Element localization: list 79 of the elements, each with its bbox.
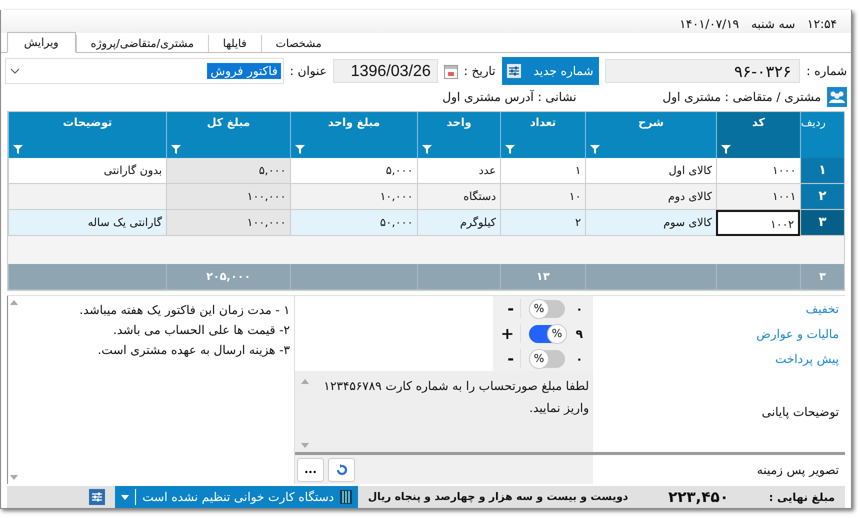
- customer-text: مشتری / متقاضی : مشتری اول: [662, 90, 821, 104]
- final-amount: ۲۲۳,۴۵۰: [668, 488, 729, 506]
- browse-button[interactable]: ...: [297, 458, 324, 482]
- row-number[interactable]: ۲: [800, 184, 844, 210]
- new-number-button[interactable]: شماره جدید: [502, 57, 600, 85]
- clock-day: سه شنبه: [751, 17, 796, 31]
- bars-icon: [340, 489, 352, 505]
- column-header[interactable]: توضیحات: [8, 112, 166, 158]
- adjustment-value[interactable]: ۹: [573, 326, 583, 341]
- quantity-sum: ۱۳: [500, 264, 585, 290]
- clock-date: ۱۴۰۱/۰۷/۱۹: [679, 17, 740, 31]
- date-field[interactable]: 1396/03/26: [332, 59, 438, 83]
- row-number[interactable]: ۱: [800, 158, 844, 184]
- tab[interactable]: مشخصات: [260, 35, 336, 52]
- reset-button[interactable]: [328, 458, 355, 482]
- number-label: شماره :: [806, 64, 847, 78]
- percent-toggle[interactable]: %: [529, 350, 565, 368]
- terms-field[interactable]: ۱ - مدت زمان این فاکتور یک هفته میباشد. ۲- قیمت ها علی الحساب می باشد. ۳- هزینه ارسال به عهده مشتری است.: [7, 296, 294, 484]
- column-header[interactable]: تعداد: [500, 112, 585, 158]
- table-cell: کالای سوم: [585, 210, 716, 236]
- final-amount-label: مبلغ نهایی :: [768, 490, 835, 504]
- table-cell: ۱۰,۰۰۰: [290, 184, 417, 210]
- table-cell: کیلوگرم: [417, 210, 500, 236]
- number-field[interactable]: ۹۶-۰۳۲۶: [605, 59, 800, 83]
- filter-icon[interactable]: [590, 145, 600, 154]
- clock-time: ۱۲:۵۴: [807, 17, 837, 31]
- sliders-icon: [506, 63, 522, 79]
- filter-icon[interactable]: [422, 145, 432, 154]
- percent-toggle[interactable]: %: [529, 300, 565, 318]
- column-header[interactable]: مبلغ واحد: [290, 112, 417, 158]
- total-sum: ۲۰۵,۰۰۰: [166, 264, 290, 290]
- row-number[interactable]: ۳: [800, 210, 844, 236]
- tab[interactable]: فایلها: [208, 35, 261, 52]
- percent-toggle[interactable]: %: [529, 324, 565, 343]
- column-header[interactable]: واحد: [417, 112, 500, 158]
- filter-icon[interactable]: [13, 145, 23, 154]
- settings-icon[interactable]: [89, 489, 106, 505]
- filter-icon[interactable]: [505, 145, 515, 154]
- row-count: ۳: [800, 264, 844, 290]
- scroll-up-icon[interactable]: [10, 300, 18, 305]
- adjustment-value[interactable]: ۰: [573, 352, 583, 366]
- amount-in-words: دویست و بیست و سه هزار و چهارصد و پنجاه ریال: [368, 491, 628, 503]
- column-header[interactable]: کد: [716, 112, 800, 158]
- caret-icon[interactable]: [10, 68, 20, 74]
- table-cell: دستگاه: [417, 184, 500, 210]
- table-cell: ۱۰۰۱: [716, 184, 800, 210]
- filter-icon[interactable]: [721, 145, 731, 154]
- adjustment-value[interactable]: ۰: [573, 302, 583, 316]
- sign-text[interactable]: -: [507, 299, 521, 318]
- filter-icon[interactable]: [171, 145, 181, 154]
- sign-text[interactable]: +: [500, 324, 521, 344]
- card-reader-dropdown[interactable]: دستگاه کارت خوانی تنظیم نشده است: [115, 486, 358, 508]
- caret-icon: [121, 494, 130, 500]
- table-cell: گارانتی یک ساله: [8, 210, 166, 236]
- table-cell: ۵۰,۰۰۰: [290, 210, 417, 236]
- table-cell: ۱۰۰,۰۰۰: [166, 210, 290, 236]
- refresh-icon: [336, 464, 348, 476]
- table-cell: کالای دوم: [585, 184, 716, 210]
- title-dropdown[interactable]: فاکتور فروش: [5, 58, 284, 84]
- table-cell: ۵,۰۰۰: [166, 158, 290, 184]
- column-header[interactable]: شرح: [585, 112, 716, 158]
- adjustment-link[interactable]: تخفیف: [806, 302, 839, 316]
- people-icon: [827, 87, 847, 107]
- tab[interactable]: ویرایش: [7, 32, 76, 53]
- closing-note-label: توضیحات پایانی: [762, 404, 839, 419]
- title-label: عنوان :: [290, 64, 327, 78]
- adjustment-link[interactable]: مالیات و عوارض: [756, 326, 839, 341]
- table-cell: ۱۰۰,۰۰۰: [166, 184, 290, 210]
- sign-text[interactable]: -: [507, 349, 521, 368]
- date-label: تاریخ :: [464, 64, 496, 78]
- calendar-icon[interactable]: [444, 63, 458, 79]
- scroll-down-icon[interactable]: [10, 475, 18, 480]
- background-image-label: تصویر پس زمینه: [756, 462, 839, 477]
- address-text: نشانی : آدرس مشتری اول: [442, 90, 576, 104]
- table-cell: ۲: [500, 210, 585, 236]
- adjustment-link[interactable]: پیش پرداخت: [775, 352, 839, 366]
- filter-icon[interactable]: [295, 145, 305, 154]
- table-cell: ۱۰: [500, 184, 585, 210]
- table-cell: ۱۰۰۲: [716, 210, 800, 236]
